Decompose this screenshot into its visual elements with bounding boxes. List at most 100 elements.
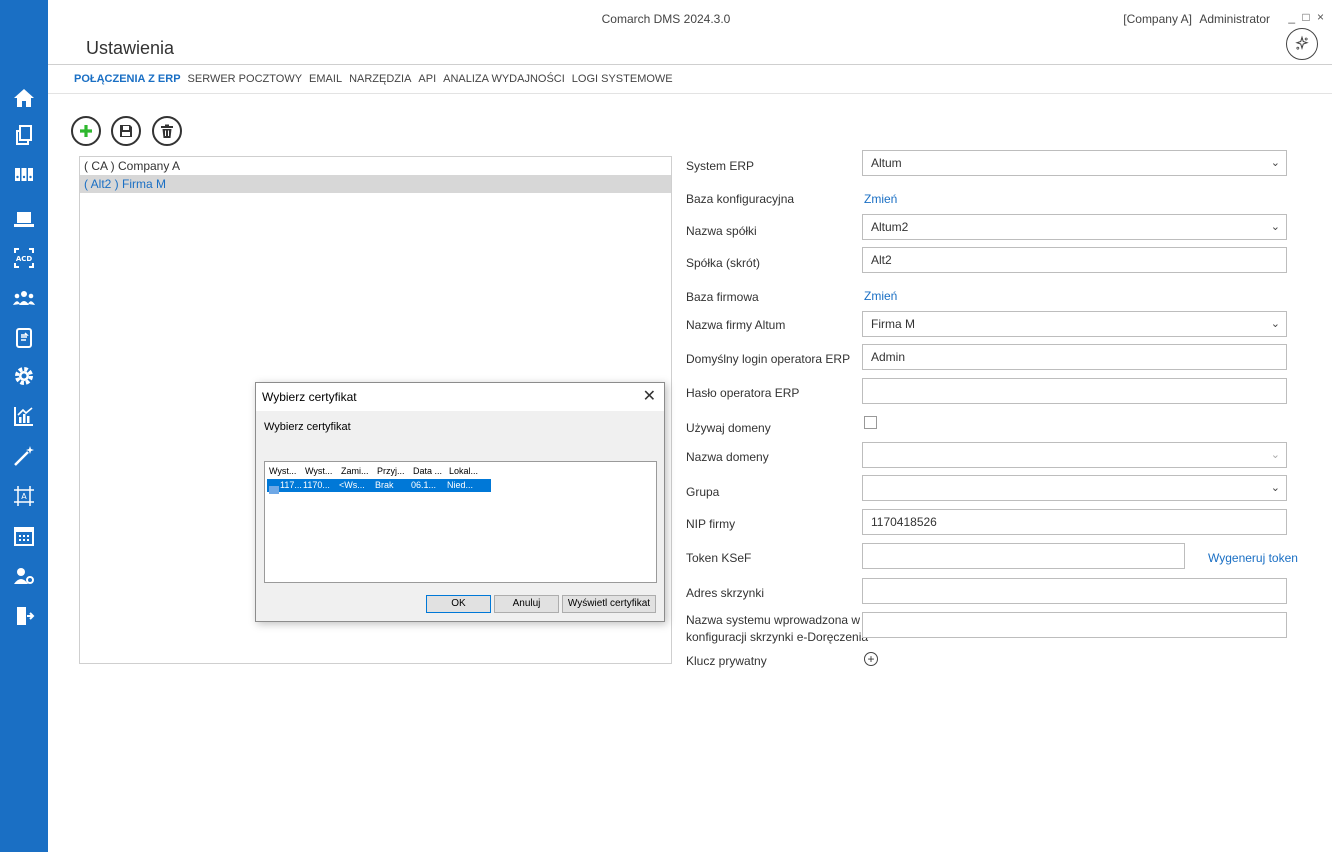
label-domain-name: Nazwa domeny: [686, 450, 769, 464]
delete-button[interactable]: [152, 116, 182, 146]
tab-system-logs[interactable]: LOGI SYSTEMOWE: [572, 73, 673, 85]
show-certificate-button[interactable]: Wyświetl certyfikat: [562, 595, 656, 613]
column-header[interactable]: Lokal...: [449, 466, 485, 476]
tab-mail-server[interactable]: SERWER POCZTOWY: [188, 73, 303, 85]
user-label[interactable]: Administrator: [1199, 12, 1270, 26]
page-title: Ustawienia: [86, 38, 175, 58]
chart-icon[interactable]: [10, 402, 38, 430]
home-icon[interactable]: [10, 84, 38, 112]
tabs-divider: [48, 93, 1332, 94]
users-group-icon[interactable]: [10, 284, 38, 312]
chevron-down-icon: ⌄: [1270, 157, 1280, 169]
acd-scan-icon[interactable]: ACD: [10, 244, 38, 272]
documents-icon[interactable]: [10, 121, 38, 149]
column-header[interactable]: Wyst...: [269, 466, 305, 476]
system-erp-select[interactable]: Altum ⌄: [862, 150, 1287, 176]
settings-gear-icon[interactable]: [10, 362, 38, 390]
tab-erp-connections[interactable]: POŁĄCZENIA Z ERP: [74, 73, 181, 85]
company-short-field[interactable]: Alt2: [862, 247, 1287, 273]
calendar-icon[interactable]: [10, 522, 38, 550]
add-button[interactable]: [71, 116, 101, 146]
cell: Nied...: [447, 480, 474, 490]
dialog-title: Wybierz certyfikat: [262, 390, 357, 404]
label-use-domain: Używaj domeny: [686, 421, 771, 435]
system-erp-value: Altum: [871, 156, 902, 170]
user-settings-icon[interactable]: [10, 562, 38, 590]
company-label: [Company A]: [1123, 12, 1192, 26]
label-ksef-token: Token KSeF: [686, 551, 752, 565]
company-name-select[interactable]: Altum2 ⌄: [862, 214, 1287, 240]
ksef-token-field[interactable]: [862, 543, 1185, 569]
cell: 06.1...: [411, 480, 437, 490]
cell: 1170...: [303, 480, 330, 490]
label-erp-password: Hasło operatora ERP: [686, 386, 800, 400]
label-config-db: Baza konfiguracyjna: [686, 192, 795, 206]
certificate-list: Wyst... Wyst... Zami... Przyj... Data ... Lok…: [264, 461, 657, 583]
cell: 117...: [280, 480, 302, 490]
label-system-name-line2: konfiguracji skrzynki e-Doręczenia: [686, 630, 869, 644]
template-designer-icon[interactable]: A: [10, 482, 38, 510]
label-company-db: Baza firmowa: [686, 290, 759, 304]
generate-token-link[interactable]: Wygeneruj token: [1208, 551, 1298, 565]
erp-password-field[interactable]: [862, 378, 1287, 404]
column-header[interactable]: Zami...: [341, 466, 377, 476]
label-nip: NIP firmy: [686, 517, 736, 531]
binders-icon[interactable]: [10, 160, 38, 188]
tab-email[interactable]: EMAIL: [309, 73, 342, 85]
firm-name-select[interactable]: Firma M ⌄: [862, 311, 1287, 337]
certificate-dialog: Wybierz certyfikat ✕ Wybierz certyfikat …: [255, 382, 665, 622]
column-header[interactable]: Wyst...: [305, 466, 341, 476]
computer-icon[interactable]: [10, 206, 38, 234]
cell: Brak: [375, 480, 394, 490]
use-domain-checkbox[interactable]: [864, 416, 877, 429]
change-company-db-link[interactable]: Zmień: [864, 289, 897, 303]
floppy-disk-icon: [120, 125, 132, 137]
certificate-icon: [269, 485, 279, 494]
dialog-titlebar: Wybierz certyfikat ✕: [256, 383, 664, 411]
close-icon[interactable]: ✕: [643, 383, 656, 411]
label-firm-name: Nazwa firmy Altum: [686, 318, 786, 332]
list-item-firma-m[interactable]: ( Alt2 ) Firma M: [80, 175, 671, 193]
ok-button[interactable]: OK: [426, 595, 491, 613]
label-system-name-line1: Nazwa systemu wprowadzona w: [686, 613, 861, 627]
label-group: Grupa: [686, 485, 720, 499]
document-sync-icon[interactable]: [10, 324, 38, 352]
chevron-down-icon: ⌄: [1270, 221, 1280, 233]
logout-icon[interactable]: [10, 602, 38, 630]
user-info: [Company A] Administrator: [1119, 12, 1270, 26]
magic-wand-icon[interactable]: [10, 442, 38, 470]
header-divider: [48, 64, 1332, 65]
chevron-down-icon: ⌄: [1270, 449, 1280, 461]
erp-login-field[interactable]: Admin: [862, 344, 1287, 370]
column-header[interactable]: Data ...: [413, 466, 449, 476]
ai-assistant-button[interactable]: [1286, 28, 1318, 60]
tab-tools[interactable]: NARZĘDZIA: [349, 73, 411, 85]
system-name-field[interactable]: [862, 612, 1287, 638]
tab-api[interactable]: API: [418, 73, 436, 85]
list-item-company-a[interactable]: ( CA ) Company A: [80, 157, 671, 175]
settings-tabs: POŁĄCZENIA Z ERP SERWER POCZTOWY EMAIL N…: [74, 73, 673, 85]
window-controls[interactable]: _ □ ×: [1288, 10, 1326, 24]
column-header[interactable]: Przyj...: [377, 466, 413, 476]
certificate-row[interactable]: 117...1170... <Ws... Brak 06.1... Nied...: [267, 479, 491, 494]
company-name-value: Altum2: [871, 220, 909, 234]
nip-field[interactable]: 1170418526: [862, 509, 1287, 535]
certificate-list-headers: Wyst... Wyst... Zami... Przyj... Data ... Lok…: [269, 466, 485, 478]
group-select[interactable]: ⌄: [862, 475, 1287, 501]
svg-text:A: A: [21, 492, 27, 501]
sparkle-icon: [1295, 35, 1309, 51]
mailbox-address-field[interactable]: [862, 578, 1287, 604]
domain-name-select[interactable]: ⌄: [862, 442, 1287, 468]
svg-text:ACD: ACD: [16, 255, 33, 263]
tab-performance-analysis[interactable]: ANALIZA WYDAJNOŚCI: [443, 73, 565, 85]
add-private-key-icon[interactable]: +: [864, 652, 878, 666]
save-button[interactable]: [111, 116, 141, 146]
cancel-button[interactable]: Anuluj: [494, 595, 559, 613]
sidebar: ACD A: [0, 0, 48, 852]
label-mailbox-address: Adres skrzynki: [686, 586, 765, 600]
label-company-short: Spółka (skrót): [686, 256, 761, 270]
change-config-db-link[interactable]: Zmień: [864, 192, 897, 206]
dialog-subtitle: Wybierz certyfikat: [264, 421, 351, 433]
firm-name-value: Firma M: [871, 317, 915, 331]
label-system-erp: System ERP: [686, 159, 755, 173]
